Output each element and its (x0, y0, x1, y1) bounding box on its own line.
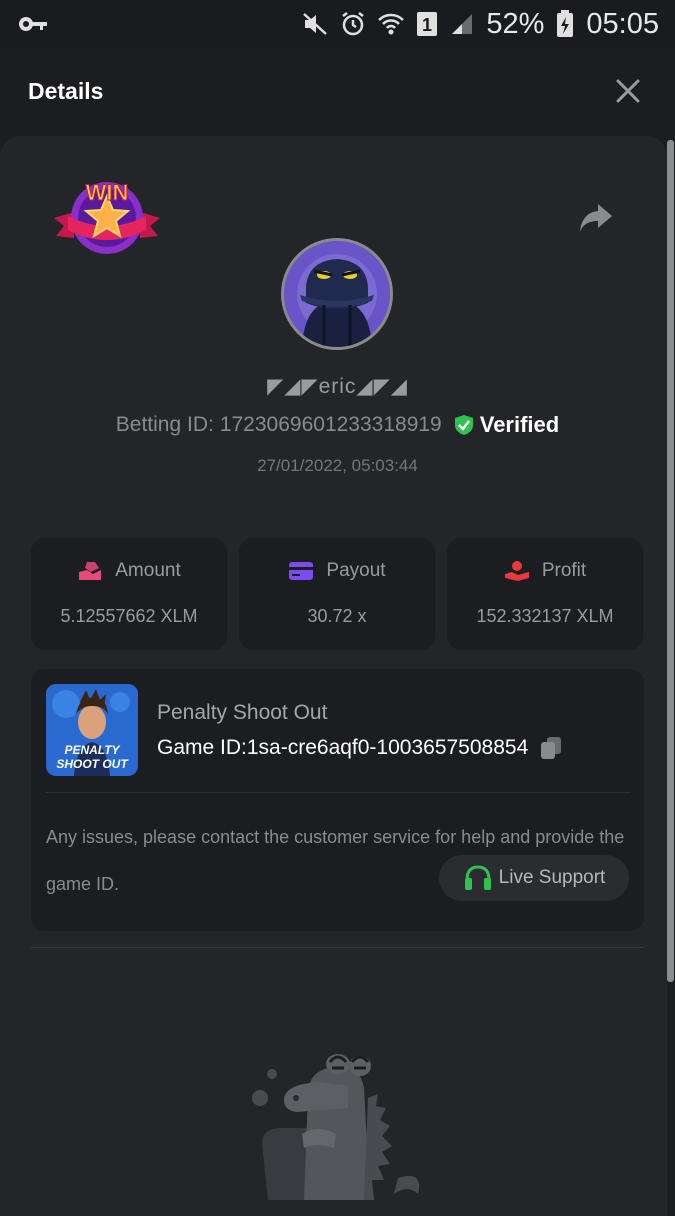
verified-label: Verified (479, 412, 560, 437)
mute-icon (302, 12, 328, 36)
betting-id-value: 1723069601233318919 (219, 413, 442, 436)
alarm-icon (340, 11, 366, 37)
avatar (281, 238, 393, 350)
betting-id-label: Betting ID: (115, 413, 214, 436)
svg-text:1: 1 (422, 15, 432, 35)
betting-id-row: Betting ID: 1723069601233318919 Verified (0, 412, 675, 438)
share-icon[interactable] (578, 202, 614, 234)
username: ◤◢◤eric◢◤◢ (267, 375, 408, 398)
game-name: Penalty Shoot Out (157, 701, 328, 724)
coin-hand-icon (79, 562, 102, 580)
game-art-icon: PENALTY SHOOT OUT (46, 684, 138, 776)
card-divider (46, 792, 631, 793)
amount-value: 5.12557662 XLM (60, 606, 198, 626)
wifi-icon (378, 12, 405, 36)
live-support-label: Live Support (498, 867, 606, 888)
payout-value: 30.72 x (307, 606, 367, 626)
svg-text:WIN: WIN (86, 180, 129, 205)
game-thumbnail[interactable]: PENALTY SHOOT OUT (46, 684, 138, 776)
shield-check-icon (454, 415, 473, 435)
game-id-label: Game ID: (157, 736, 247, 759)
scrollbar[interactable] (667, 140, 674, 982)
svg-text:SHOOT OUT: SHOOT OUT (56, 757, 129, 771)
profit-card: Profit 152.332137 XLM (447, 538, 643, 650)
profit-value: 152.332137 XLM (476, 606, 614, 626)
game-id-row: Game ID: 1sa-cre6aqf0-1003657508854 (157, 735, 564, 761)
game-id-value: 1sa-cre6aqf0-1003657508854 (246, 736, 529, 759)
signal-icon (450, 12, 474, 36)
headset-icon (464, 865, 491, 890)
battery-percent: 52% (486, 7, 545, 40)
battery-charging-icon (556, 10, 574, 38)
game-card: PENALTY SHOOT OUT Penalty Shoot Out Game… (31, 669, 644, 931)
crocodile-avatar-icon (284, 241, 390, 347)
svg-text:PENALTY: PENALTY (64, 743, 120, 757)
payout-card: Payout 30.72 x (239, 538, 435, 650)
sim-icon: 1 (416, 11, 438, 37)
copy-icon[interactable] (538, 735, 564, 761)
amount-label: Amount (115, 560, 181, 581)
payout-label: Payout (326, 560, 386, 581)
clock-time: 05:05 (586, 7, 659, 40)
key-icon (18, 16, 48, 32)
bet-timestamp: 27/01/2022, 05:03:44 (257, 456, 418, 475)
profit-label: Profit (541, 560, 587, 581)
card-icon (289, 562, 314, 580)
crocodile-mascot-icon (252, 1054, 420, 1200)
status-indicators: 1 52% 05:05 (302, 8, 659, 41)
verified-badge: Verified (454, 412, 559, 438)
close-icon[interactable] (615, 78, 641, 104)
section-divider (31, 947, 644, 948)
hand-coin-icon (504, 561, 529, 581)
live-support-button[interactable]: Live Support (439, 855, 629, 901)
win-badge-icon: WIN (54, 180, 160, 254)
amount-card: Amount 5.12557662 XLM (31, 538, 227, 650)
page-title: Details (28, 77, 104, 104)
status-bar: 1 52% 05:05 (0, 0, 675, 48)
details-header: Details (0, 48, 675, 134)
